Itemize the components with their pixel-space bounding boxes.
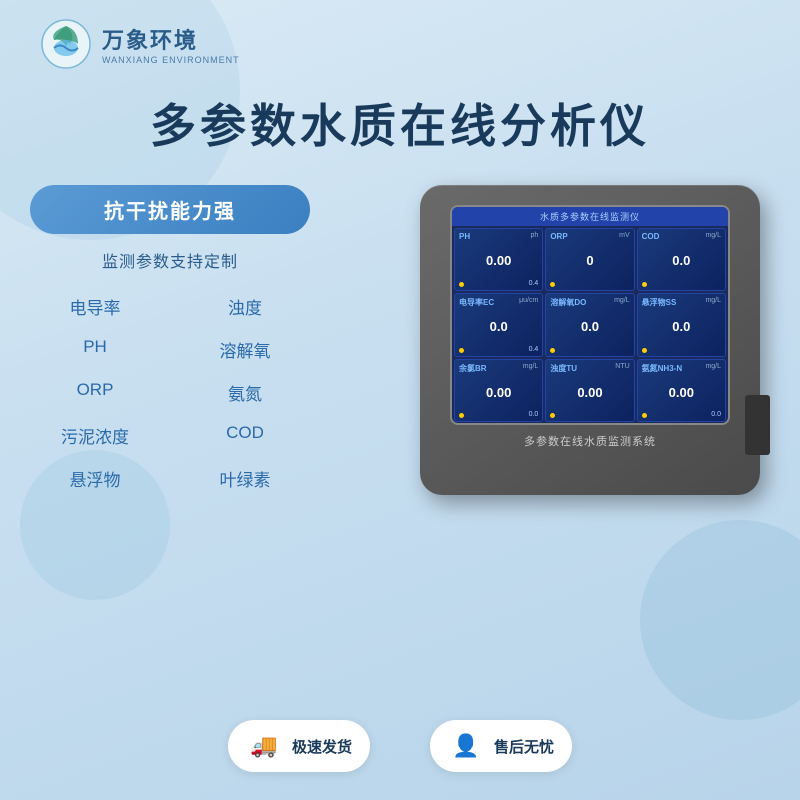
bottom-badges: 🚚 极速发货 👤 售后无忧 <box>0 720 800 772</box>
feature-item: ORP <box>30 376 160 409</box>
screen-title: 水质多参数在线监测仪 <box>452 207 728 226</box>
screen-grid: PHph0.000.4ORPmV0CODmg/L0.0 电导率ECμu/cm0.0… <box>452 226 728 424</box>
device-area: 水质多参数在线监测仪 PHph0.000.4ORPmV0CODmg/L0.0 电导… <box>420 185 780 525</box>
logo-cn: 万象环境 <box>102 23 240 55</box>
screen-cell: 悬浮物SSmg/L0.0 <box>637 293 726 356</box>
feature-subtitle: 监测参数支持定制 <box>30 248 310 272</box>
device-label: 多参数在线水质监测系统 <box>440 433 740 449</box>
feature-item: 叶绿素 <box>180 462 310 495</box>
feature-item: 污泥浓度 <box>30 419 160 452</box>
screen-cell: PHph0.000.4 <box>454 228 543 291</box>
screen-cell: 余氯BRmg/L0.000.0 <box>454 359 543 422</box>
screen-cell: 氨氮NH3-Nmg/L0.000.0 <box>637 359 726 422</box>
feature-grid: 电导率浊度 PH 溶解氧 ORP 氨氮污泥浓度 COD 悬浮物叶绿素 <box>30 290 310 495</box>
logo-text: 万象环境 WANXIANG ENVIRONMENT <box>102 23 240 65</box>
feature-item: 溶解氧 <box>180 333 310 366</box>
features-panel: 抗干扰能力强 监测参数支持定制 电导率浊度 PH 溶解氧 ORP 氨氮污泥浓度 COD 悬浮… <box>30 185 310 495</box>
logo-icon <box>40 18 92 70</box>
feature-highlight: 抗干扰能力强 <box>30 185 310 234</box>
device-cable <box>745 395 770 455</box>
logo-en: WANXIANG ENVIRONMENT <box>102 55 240 65</box>
screen-cell: 浊度TUNTU0.00 <box>545 359 634 422</box>
logo-area: 万象环境 WANXIANG ENVIRONMENT <box>40 18 240 70</box>
main-title: 多参数水质在线分析仪 <box>0 90 800 156</box>
device-box: 水质多参数在线监测仪 PHph0.000.4ORPmV0CODmg/L0.0 电导… <box>420 185 760 495</box>
feature-item: PH <box>30 333 160 366</box>
badge-text: 售后无忧 <box>494 736 554 757</box>
screen-cell: 电导率ECμu/cm0.00.4 <box>454 293 543 356</box>
badge-icon: 🚚 <box>246 728 282 764</box>
feature-item: COD <box>180 419 310 452</box>
badge: 👤 售后无忧 <box>430 720 572 772</box>
device-screen: 水质多参数在线监测仪 PHph0.000.4ORPmV0CODmg/L0.0 电导… <box>450 205 730 425</box>
badge: 🚚 极速发货 <box>228 720 370 772</box>
bg-decor-2 <box>640 520 800 720</box>
screen-cell: CODmg/L0.0 <box>637 228 726 291</box>
badge-icon: 👤 <box>448 728 484 764</box>
screen-cell: ORPmV0 <box>545 228 634 291</box>
screen-cell: 溶解氧DOmg/L0.0 <box>545 293 634 356</box>
feature-item: 电导率 <box>30 290 160 323</box>
badge-text: 极速发货 <box>292 736 352 757</box>
feature-item: 浊度 <box>180 290 310 323</box>
feature-item: 悬浮物 <box>30 462 160 495</box>
feature-item: 氨氮 <box>180 376 310 409</box>
